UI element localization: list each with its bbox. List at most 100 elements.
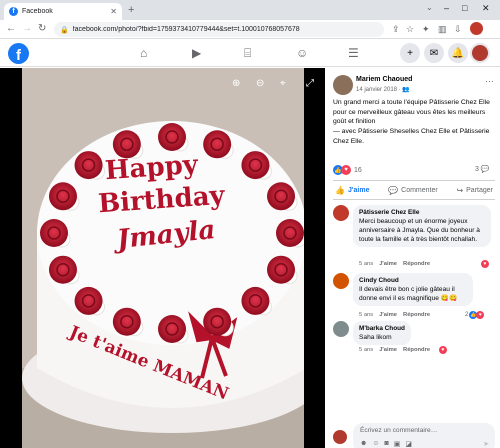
comment-input[interactable]: Écrivez un commentaire… ☻ ☺ ◙ ▣ ◪ ➤ — [353, 423, 495, 448]
messenger-icon[interactable]: ✉ — [424, 43, 444, 63]
commenter-name[interactable]: M'barka Choud — [359, 324, 405, 333]
comment-like-link[interactable]: J'aime — [379, 347, 397, 353]
comment-age[interactable]: 5 ans — [359, 347, 373, 353]
comment-text: Merci beaucoup et un énorme joyeux anniv… — [359, 218, 480, 243]
comment-input-placeholder: Écrivez un commentaire… — [360, 427, 438, 434]
current-user-avatar — [333, 430, 347, 444]
rose — [158, 315, 186, 343]
commenter-name[interactable]: Cindy Choud — [359, 276, 467, 285]
home-icon[interactable]: ⌂ — [140, 46, 147, 60]
tag-icon[interactable]: ⌖ — [280, 78, 286, 89]
author-avatar[interactable] — [333, 75, 353, 95]
post-tags: — avec Pâtisserie Sheselles Chez Elle et… — [333, 127, 495, 146]
comment-button-label: Commenter — [401, 186, 438, 194]
rose — [267, 255, 296, 284]
rose — [203, 130, 232, 159]
comment-like-link[interactable]: J'aime — [379, 312, 397, 318]
extensions-icon[interactable]: ✦ — [422, 24, 430, 35]
post-date-text: 14 janvier 2018 · — [356, 87, 403, 93]
comment-text: Saha likom — [359, 334, 392, 341]
share-button[interactable]: ↪ Partager — [456, 186, 493, 195]
maximize-button[interactable]: □ — [462, 3, 467, 13]
gif-icon[interactable]: ▣ — [394, 440, 401, 448]
comment-bubble: Pâtisserie Chez Elle Merci beaucoup et u… — [353, 205, 491, 247]
heart-reaction-icon: ♥ — [476, 311, 485, 319]
commenter-name[interactable]: Pâtisserie Chez Elle — [359, 208, 485, 217]
comment-meta: 5 ans J'aime Répondre — [359, 312, 436, 318]
comment-like-link[interactable]: J'aime — [379, 261, 397, 267]
comment-reply-link[interactable]: Répondre — [403, 261, 430, 267]
comment-age[interactable]: 5 ans — [359, 312, 373, 318]
reload-icon[interactable]: ↻ — [38, 23, 46, 34]
commenter-avatar[interactable] — [333, 205, 349, 221]
fullscreen-icon[interactable]: ⤢ — [306, 78, 314, 89]
comment-text: Il devais être bon c jolie gâteau il don… — [359, 286, 458, 302]
facebook-header: f ⌂ ▶ ⌸ ☺ ☰ + ✉ 🔔 — [0, 40, 500, 67]
forward-arrow-icon[interactable]: → — [22, 23, 32, 34]
tag-prefix: — avec — [333, 128, 358, 135]
close-window-button[interactable]: ✕ — [482, 3, 490, 14]
heart-reaction-icon: ♥ — [481, 260, 489, 268]
notifications-icon[interactable]: 🔔 — [448, 43, 468, 63]
create-button[interactable]: + — [400, 43, 420, 63]
reactions-summary[interactable]: 👍 ♥ 16 — [333, 164, 495, 176]
menu-icon[interactable]: ☰ — [348, 46, 359, 60]
share-page-icon[interactable]: ⇪ — [392, 24, 400, 35]
back-arrow-icon[interactable]: ← — [6, 23, 16, 34]
browser-tab[interactable]: f Facebook ✕ — [4, 3, 122, 20]
comment-button[interactable]: 💬 Commenter — [388, 186, 438, 195]
minimize-button[interactable]: – — [444, 3, 449, 13]
bookmark-star-icon[interactable]: ☆ — [406, 24, 414, 35]
love-reaction-icon: ♥ — [341, 165, 351, 175]
avatar-sticker-icon[interactable]: ☻ — [360, 440, 367, 448]
close-tab-icon[interactable]: ✕ — [110, 7, 117, 16]
groups-icon[interactable]: ☺ — [296, 46, 308, 60]
tab-search-icon[interactable]: ⌄ — [426, 3, 433, 12]
downloads-icon[interactable]: ⇩ — [454, 24, 462, 35]
rose — [112, 307, 141, 336]
rose — [74, 286, 103, 315]
commenter-avatar[interactable] — [333, 273, 349, 289]
comment-reactions[interactable]: ♥ — [481, 260, 489, 268]
address-toolbar: ← → ↻ 🔒 facebook.com/photo/?fbid=1759373… — [0, 20, 500, 39]
comment-bubble-icon: 💬 — [480, 166, 490, 173]
post-date[interactable]: 14 janvier 2018 · 👥 — [356, 86, 410, 93]
new-tab-button[interactable]: + — [128, 4, 134, 16]
tagged-page-1[interactable]: Pâtisserie Sheselles Chez Elle — [358, 128, 450, 135]
send-icon[interactable]: ➤ — [483, 440, 489, 448]
comment-reactions[interactable]: ♥ — [439, 346, 447, 354]
share-button-label: Partager — [466, 186, 493, 194]
more-options-icon[interactable]: ··· — [485, 76, 494, 86]
marketplace-icon[interactable]: ⌸ — [244, 46, 251, 61]
comment-reactions[interactable]: 2 👍 ♥ — [465, 311, 485, 319]
cake-illustration: Happy Birthday Jmayla Je t'aime MAMAN — [22, 68, 304, 448]
comment-count[interactable]: 3 💬 — [475, 165, 490, 173]
rose — [158, 123, 186, 151]
commenter-avatar[interactable] — [333, 321, 349, 337]
lock-icon: 🔒 — [60, 26, 69, 34]
emoji-icon[interactable]: ☺ — [372, 440, 379, 448]
watch-icon[interactable]: ▶ — [192, 46, 201, 60]
camera-icon[interactable]: ◙ — [385, 440, 389, 448]
account-avatar[interactable] — [470, 43, 490, 63]
comment-age[interactable]: 5 ans — [359, 261, 373, 267]
browser-profile-avatar[interactable] — [470, 22, 483, 35]
cake-photo[interactable]: Happy Birthday Jmayla Je t'aime MAMAN ⊕ … — [22, 68, 304, 448]
url-text: facebook.com/photo/?fbid=175937341077944… — [72, 26, 300, 33]
zoom-out-icon[interactable]: ⊖ — [256, 78, 264, 89]
like-button-label: J'aime — [347, 186, 370, 194]
url-bar[interactable]: 🔒 facebook.com/photo/?fbid=1759373410779… — [54, 22, 384, 37]
comment-icon: 💬 — [388, 185, 399, 195]
comment-reply-link[interactable]: Répondre — [403, 347, 430, 353]
zoom-in-icon[interactable]: ⊕ — [232, 78, 240, 89]
comment-tools: ☻ ☺ ◙ ▣ ◪ — [360, 440, 412, 448]
comment-meta: 5 ans J'aime Répondre — [359, 347, 436, 353]
sticker-icon[interactable]: ◪ — [405, 440, 412, 448]
heart-reaction-icon: ♥ — [439, 346, 447, 354]
comment-reply-link[interactable]: Répondre — [403, 312, 430, 318]
like-button[interactable]: 👍 J'aime — [335, 186, 369, 195]
author-name[interactable]: Mariem Chaoued — [356, 76, 412, 83]
side-panel-icon[interactable]: ▥ — [438, 24, 447, 35]
rose — [48, 182, 77, 211]
facebook-logo-icon[interactable]: f — [8, 43, 29, 64]
